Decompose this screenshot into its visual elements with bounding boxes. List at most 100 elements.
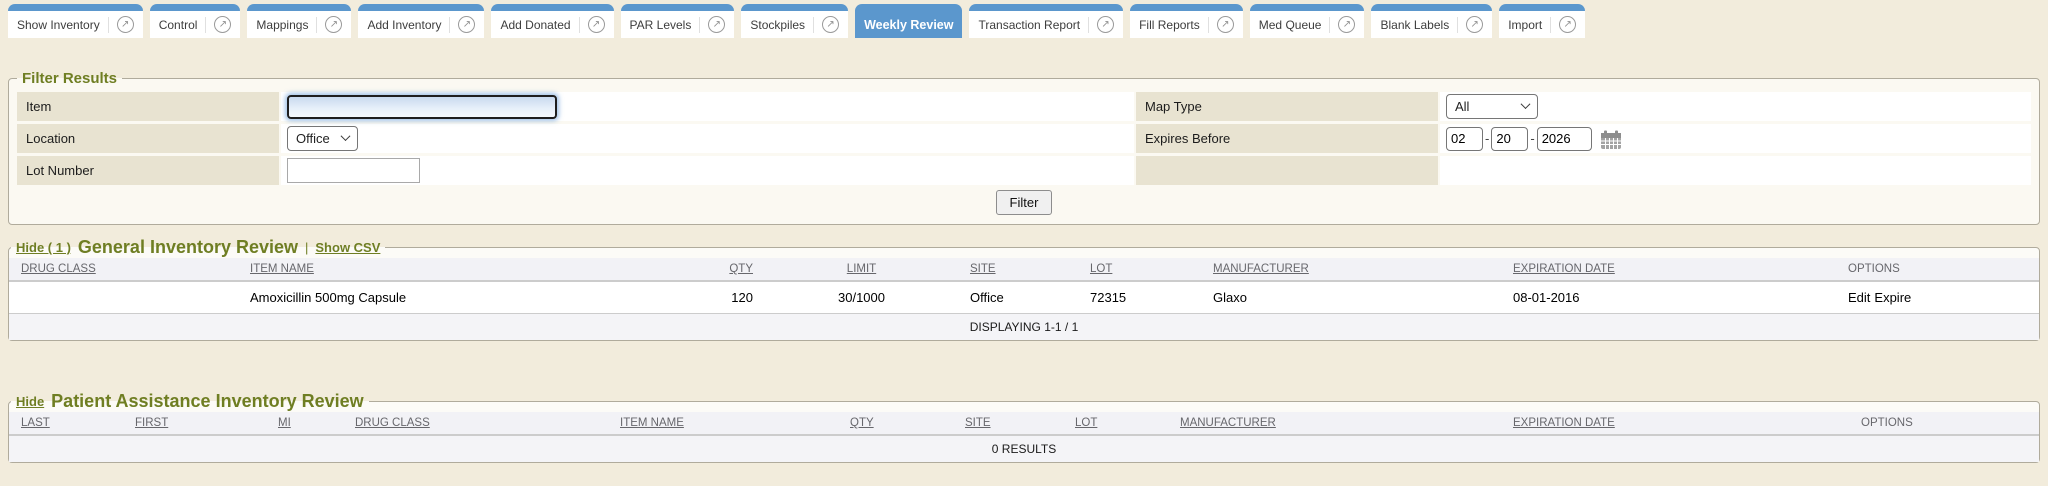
col-lot[interactable]: LOT	[1084, 258, 1199, 281]
edit-action-link[interactable]: Edit	[1848, 290, 1870, 305]
external-link-icon[interactable]: ↗	[822, 16, 839, 33]
tab-med-queue[interactable]: Med Queue ↗	[1250, 4, 1365, 38]
top-nav: Show Inventory ↗ Control ↗ Mappings ↗ Ad…	[0, 0, 2048, 40]
expires-year-input[interactable]	[1537, 127, 1592, 151]
tab-divider	[1457, 17, 1458, 33]
tab-label: Control	[159, 18, 198, 32]
tab-stockpiles[interactable]: Stockpiles ↗	[741, 4, 848, 38]
date-separator: -	[1530, 131, 1534, 146]
tab-par-levels[interactable]: PAR Levels ↗	[621, 4, 735, 38]
location-label: Location	[17, 124, 279, 153]
lot-number-label: Lot Number	[17, 156, 279, 185]
external-link-icon[interactable]: ↗	[708, 16, 725, 33]
tab-show-inventory[interactable]: Show Inventory ↗	[8, 4, 143, 38]
col-item-name[interactable]: ITEM NAME	[244, 258, 694, 281]
col-site[interactable]: SITE	[964, 258, 1084, 281]
cell-options: Edit Expire	[1834, 281, 2039, 314]
tab-fill-reports[interactable]: Fill Reports ↗	[1130, 4, 1243, 38]
external-link-icon[interactable]: ↗	[1559, 16, 1576, 33]
external-link-icon[interactable]: ↗	[1097, 16, 1114, 33]
tab-divider	[316, 17, 317, 33]
col-limit[interactable]: LIMIT	[759, 258, 964, 281]
table-header-row: DRUG CLASS ITEM NAME QTY LIMIT SITE LOT …	[9, 258, 2039, 281]
external-link-icon[interactable]: ↗	[588, 16, 605, 33]
table-row: Amoxicillin 500mg Capsule 120 30/1000 Of…	[9, 281, 2039, 314]
chevron-down-icon	[340, 131, 350, 141]
external-link-icon[interactable]: ↗	[117, 16, 134, 33]
col-last[interactable]: LAST	[9, 412, 129, 435]
col-mi[interactable]: MI	[272, 412, 349, 435]
tab-divider	[699, 17, 700, 33]
hide-patient-link[interactable]: Hide	[16, 394, 44, 409]
external-link-icon[interactable]: ↗	[1466, 16, 1483, 33]
col-qty[interactable]: QTY	[694, 258, 759, 281]
tab-label: Med Queue	[1259, 18, 1322, 32]
tab-divider	[449, 17, 450, 33]
expires-before-label: Expires Before	[1136, 124, 1438, 153]
item-input[interactable]	[287, 95, 557, 119]
col-site[interactable]: SITE	[959, 412, 1069, 435]
expires-day-input[interactable]	[1491, 127, 1528, 151]
tab-label: Transaction Report	[978, 18, 1080, 32]
filter-button[interactable]: Filter	[996, 190, 1053, 215]
tab-mappings[interactable]: Mappings ↗	[247, 4, 351, 38]
chevron-down-icon	[1521, 99, 1531, 109]
col-expiration-date[interactable]: EXPIRATION DATE	[1499, 412, 1847, 435]
col-expiration-date[interactable]: EXPIRATION DATE	[1499, 258, 1834, 281]
legend-separator: |	[305, 240, 308, 255]
hide-general-link[interactable]: Hide ( 1 )	[16, 240, 71, 255]
tab-label: Show Inventory	[17, 18, 100, 32]
tab-add-donated[interactable]: Add Donated ↗	[491, 4, 613, 38]
expires-month-input[interactable]	[1446, 127, 1483, 151]
cell-site: Office	[964, 281, 1084, 314]
general-inventory-section: Hide ( 1 ) General Inventory Review | Sh…	[0, 237, 2048, 341]
tab-control[interactable]: Control ↗	[150, 4, 241, 38]
external-link-icon[interactable]: ↗	[458, 16, 475, 33]
tab-import[interactable]: Import ↗	[1499, 4, 1585, 38]
displaying-status: DISPLAYING 1-1 / 1	[9, 314, 2039, 341]
tab-label: Fill Reports	[1139, 18, 1200, 32]
external-link-icon[interactable]: ↗	[1338, 16, 1355, 33]
tab-divider	[579, 17, 580, 33]
tab-transaction-report[interactable]: Transaction Report ↗	[969, 4, 1123, 38]
col-drug-class[interactable]: DRUG CLASS	[9, 258, 244, 281]
tab-label: Mappings	[256, 18, 308, 32]
location-value: Office	[296, 131, 330, 146]
tab-weekly-review[interactable]: Weekly Review	[855, 4, 962, 38]
external-link-icon[interactable]: ↗	[325, 16, 342, 33]
col-drug-class[interactable]: DRUG CLASS	[349, 412, 614, 435]
tab-divider	[1088, 17, 1089, 33]
patient-assistance-title: Patient Assistance Inventory Review	[51, 391, 363, 412]
external-link-icon[interactable]: ↗	[1217, 16, 1234, 33]
tab-divider	[813, 17, 814, 33]
tab-add-inventory[interactable]: Add Inventory ↗	[358, 4, 484, 38]
tab-divider	[108, 17, 109, 33]
tab-label: Weekly Review	[864, 18, 953, 32]
cell-lot: 72315	[1084, 281, 1199, 314]
col-options: OPTIONS	[1847, 412, 2039, 435]
col-manufacturer[interactable]: MANUFACTURER	[1174, 412, 1499, 435]
tab-label: Add Inventory	[367, 18, 441, 32]
lot-number-input[interactable]	[287, 158, 420, 183]
date-separator: -	[1485, 131, 1489, 146]
tab-blank-labels[interactable]: Blank Labels ↗	[1371, 4, 1492, 38]
col-options: OPTIONS	[1834, 258, 2039, 281]
calendar-icon[interactable]	[1600, 130, 1622, 150]
cell-qty: 120	[694, 281, 759, 314]
patient-assistance-table: LAST FIRST MI DRUG CLASS ITEM NAME QTY S…	[9, 412, 2039, 462]
tab-label: Add Donated	[500, 18, 570, 32]
map-type-select[interactable]: All	[1446, 94, 1538, 119]
location-select[interactable]: Office	[287, 126, 358, 151]
empty-field-cell	[1440, 156, 2031, 185]
tab-divider	[1208, 17, 1209, 33]
col-lot[interactable]: LOT	[1069, 412, 1174, 435]
col-item-name[interactable]: ITEM NAME	[614, 412, 844, 435]
external-link-icon[interactable]: ↗	[214, 16, 231, 33]
show-csv-link[interactable]: Show CSV	[315, 240, 380, 255]
col-manufacturer[interactable]: MANUFACTURER	[1199, 258, 1499, 281]
filter-section: Filter Results Item Map Type All Locatio…	[0, 70, 2048, 225]
col-qty[interactable]: QTY	[844, 412, 959, 435]
col-first[interactable]: FIRST	[129, 412, 272, 435]
cell-item-name: Amoxicillin 500mg Capsule	[244, 281, 694, 314]
expire-action-link[interactable]: Expire	[1874, 290, 1911, 305]
